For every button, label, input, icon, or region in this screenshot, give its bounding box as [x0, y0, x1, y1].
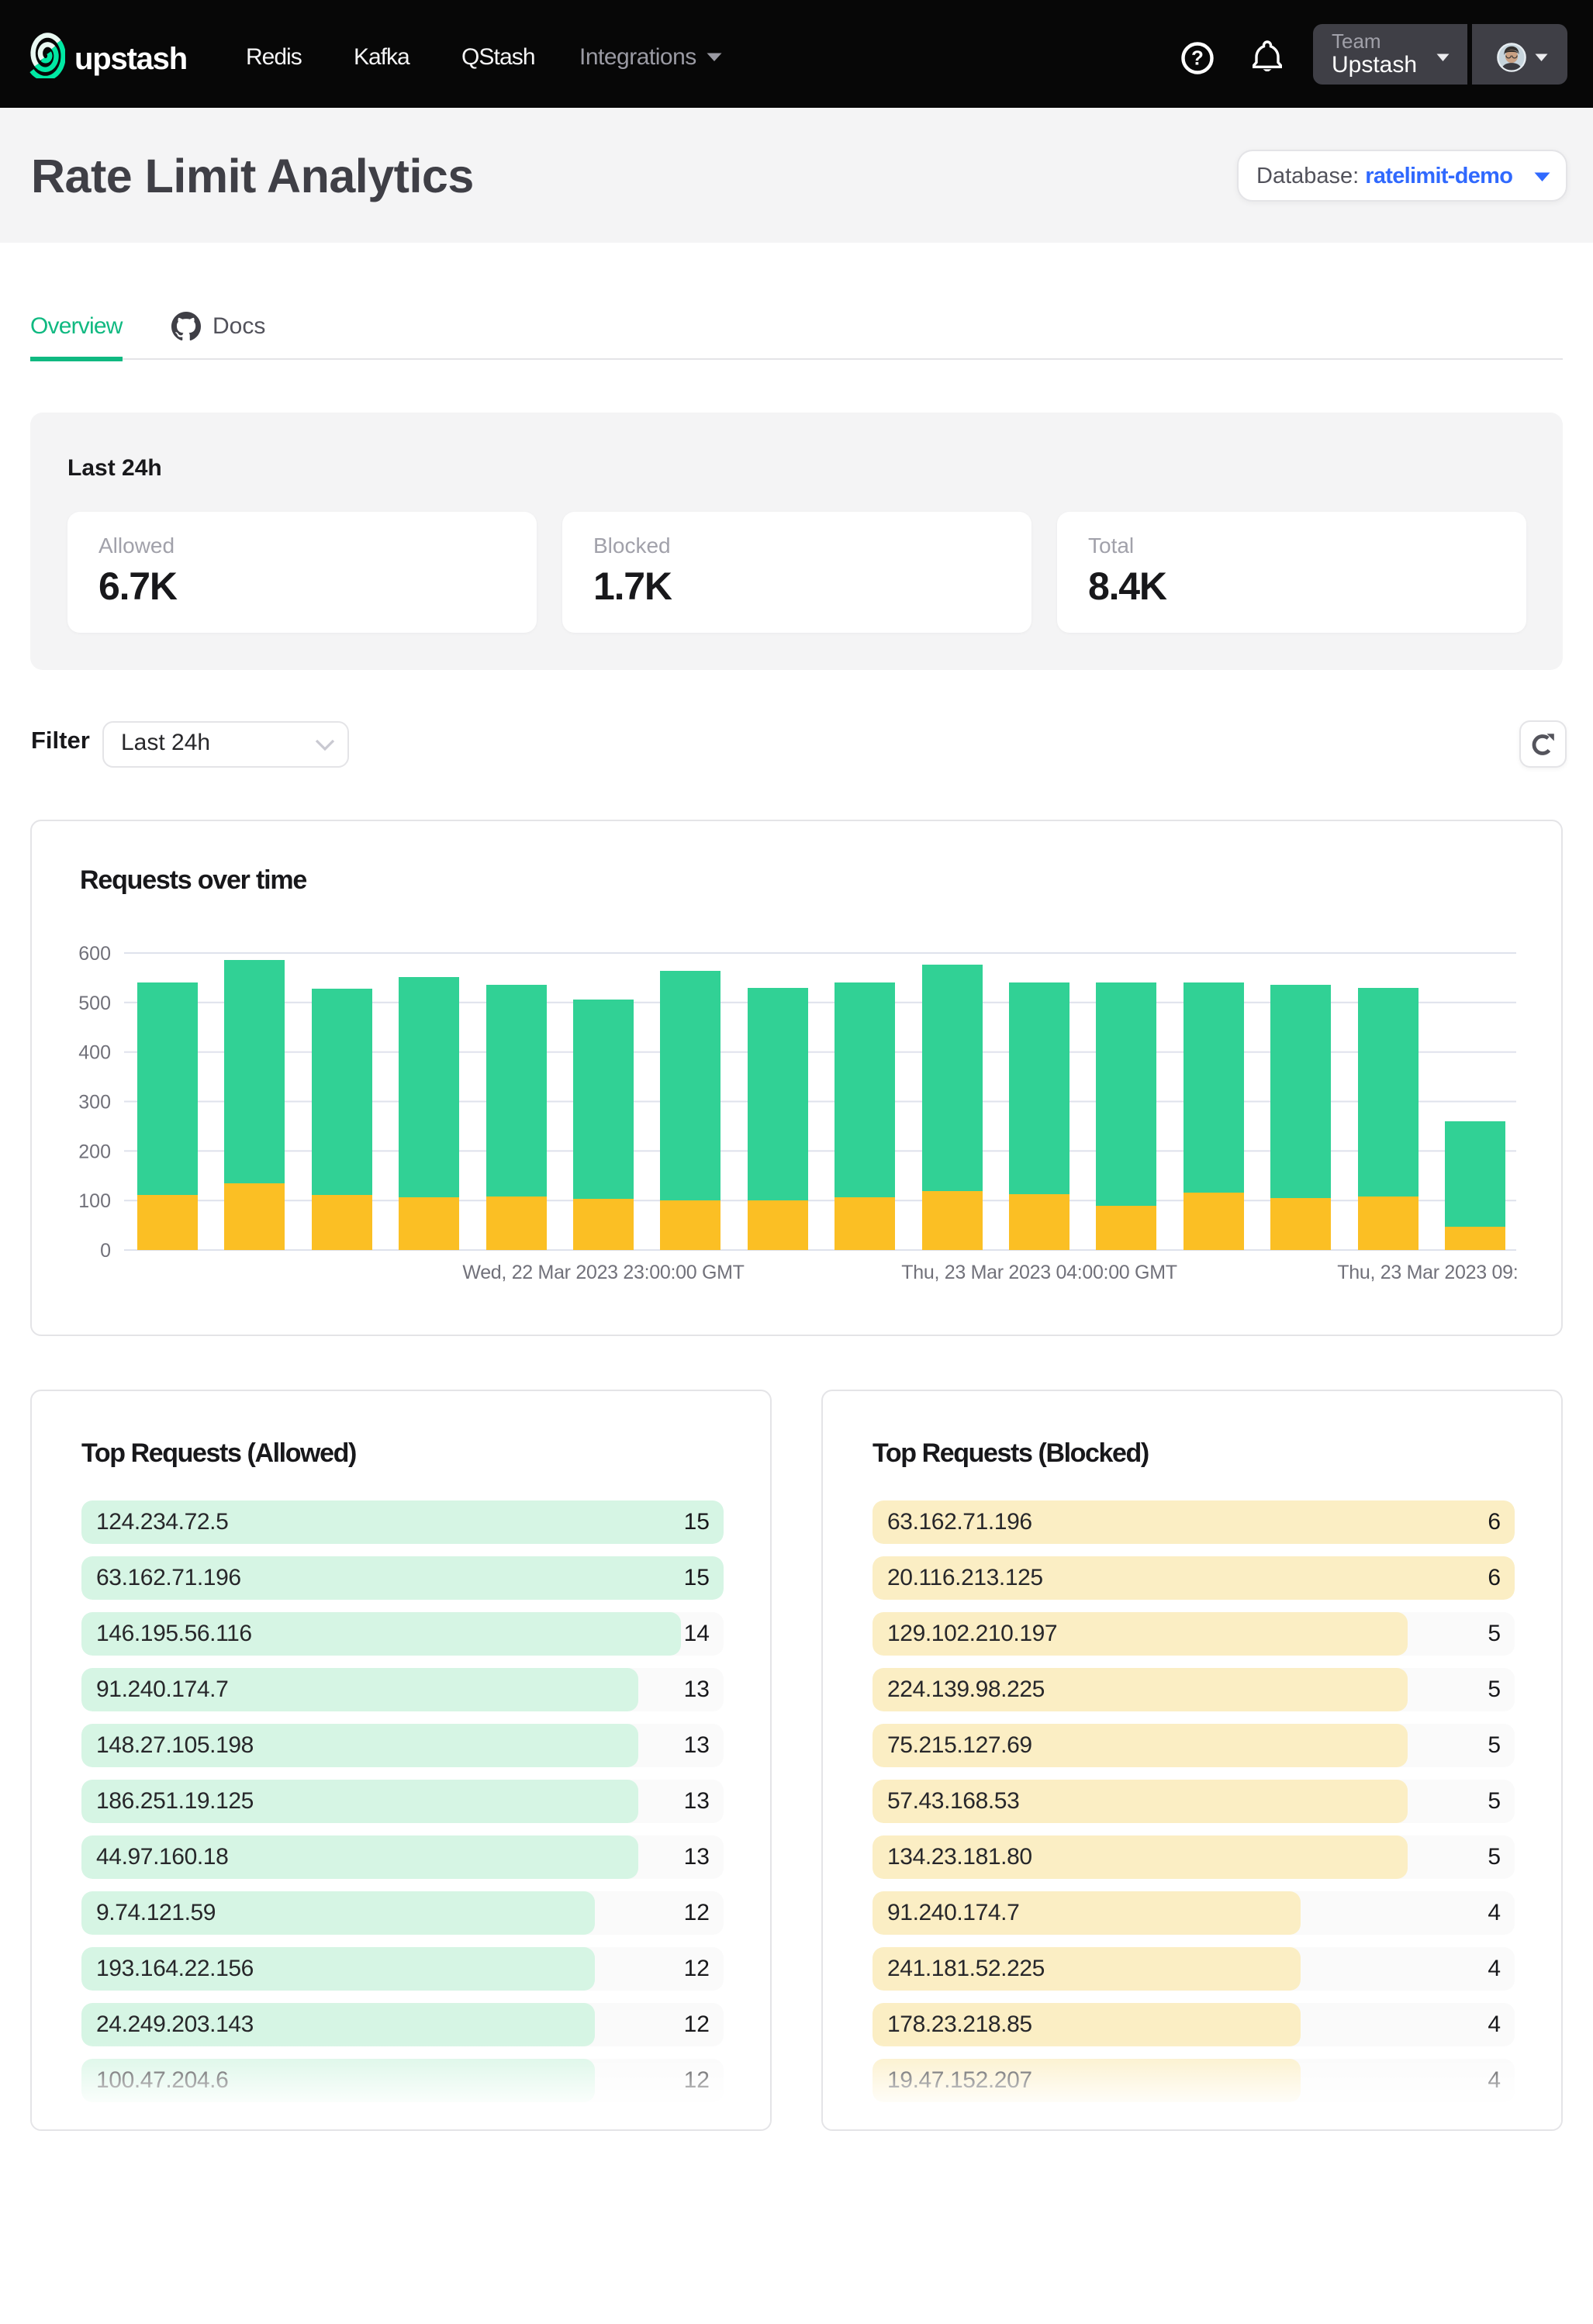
- svg-text:100: 100: [78, 1190, 111, 1212]
- svg-text:200: 200: [78, 1141, 111, 1162]
- svg-text:Wed, 22 Mar 2023 23:00:00 GMT: Wed, 22 Mar 2023 23:00:00 GMT: [462, 1262, 744, 1283]
- svg-text:?: ?: [1191, 47, 1204, 70]
- svg-text:600: 600: [78, 943, 111, 965]
- svg-text:400: 400: [78, 1042, 111, 1064]
- svg-text:300: 300: [78, 1092, 111, 1114]
- svg-text:0: 0: [100, 1240, 111, 1262]
- svg-text:Thu, 23 Mar 2023 09:00:00 GMT: Thu, 23 Mar 2023 09:00:00 GMT: [1337, 1262, 1563, 1283]
- svg-text:500: 500: [78, 993, 111, 1014]
- svg-text:Thu, 23 Mar 2023 04:00:00 GMT: Thu, 23 Mar 2023 04:00:00 GMT: [901, 1262, 1177, 1283]
